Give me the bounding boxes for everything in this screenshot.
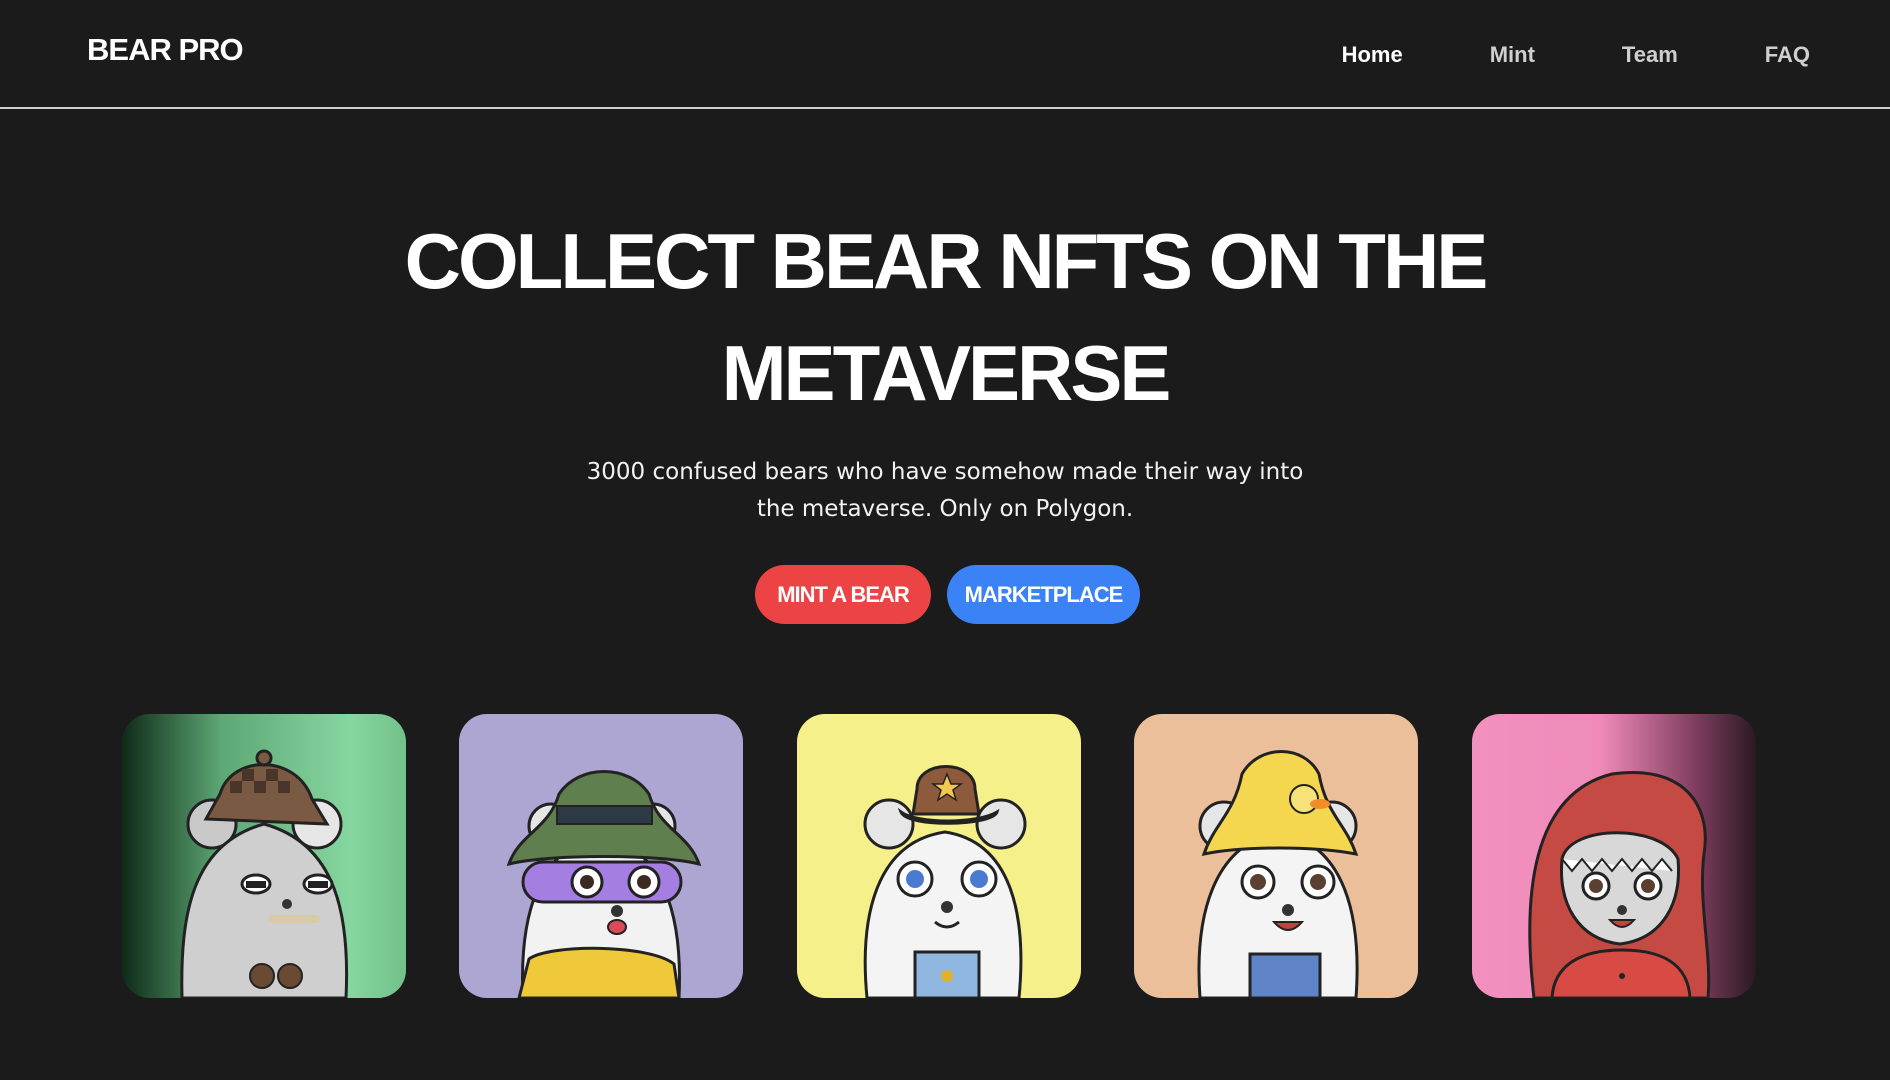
bear-sheriff-image: [797, 714, 1081, 998]
bear-card-duck-hat[interactable]: [1134, 714, 1418, 998]
navbar: BEAR PRO Home Mint Team FAQ: [0, 0, 1890, 109]
bear-card-bucket-hat[interactable]: [459, 714, 743, 998]
nav-faq[interactable]: FAQ: [1765, 42, 1810, 68]
bear-detective-image: [122, 714, 406, 998]
bear-card-detective[interactable]: [122, 714, 406, 998]
site-logo[interactable]: BEAR PRO: [87, 32, 244, 68]
hero-subtitle: 3000 confused bears who have somehow mad…: [586, 459, 1304, 522]
bear-dino-hood-image: [1472, 714, 1756, 998]
nav-team[interactable]: Team: [1622, 42, 1678, 68]
bear-gallery: [0, 714, 1890, 999]
marketplace-button[interactable]: MARKETPLACE: [947, 565, 1140, 624]
bear-duck-hat-image: [1134, 714, 1418, 998]
bear-bucket-hat-image: [459, 714, 743, 998]
hero-title-line-1: COLLECT BEAR NFTS ON THE: [404, 217, 1489, 305]
main-nav: Home Mint Team FAQ: [1255, 42, 1810, 68]
mint-a-bear-button[interactable]: MINT A BEAR: [755, 565, 931, 624]
bear-card-sheriff[interactable]: [797, 714, 1081, 998]
bear-card-dino-hood[interactable]: [1472, 714, 1756, 998]
hero-title-line-2: METAVERSE: [721, 329, 1172, 417]
nav-home[interactable]: Home: [1342, 42, 1403, 68]
nav-mint[interactable]: Mint: [1490, 42, 1535, 68]
hero-title: COLLECT BEAR NFTS ON THE METAVERSE: [0, 205, 1890, 429]
